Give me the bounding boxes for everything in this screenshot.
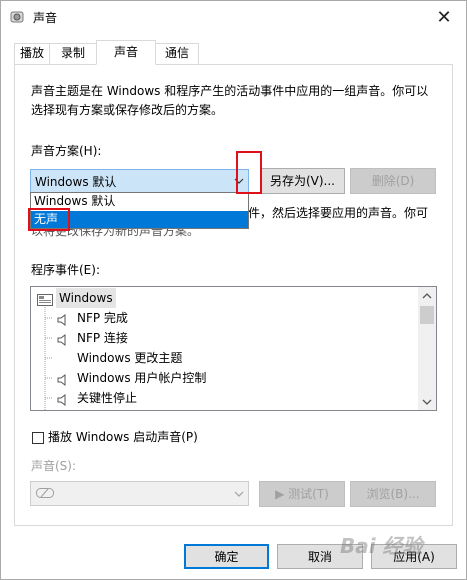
list-item[interactable]: 关键性停止 bbox=[55, 388, 436, 410]
tab-sounds[interactable]: 声音 bbox=[96, 40, 156, 65]
events-label: 程序事件(E): bbox=[31, 263, 100, 277]
sound-combobox[interactable] bbox=[30, 481, 249, 506]
list-item-label: 关键性停止 bbox=[77, 391, 138, 405]
list-item[interactable]: Windows 更改主题 bbox=[55, 348, 436, 368]
hidden-instruction-line-1: 件，然后选择要应用的声音。你可 bbox=[248, 206, 429, 220]
sound-none-icon bbox=[36, 487, 54, 502]
list-item-label: NFP 完成 bbox=[77, 311, 128, 325]
baidu-watermark: Bai 经验 bbox=[340, 534, 423, 558]
list-item[interactable]: Windows 用户帐户控制 bbox=[55, 368, 436, 388]
scheme-label: 声音方案(H): bbox=[31, 144, 102, 158]
window-title: 声音 bbox=[33, 11, 58, 25]
delete-button[interactable]: 删除(D) bbox=[350, 168, 436, 194]
scroll-up-icon[interactable] bbox=[420, 290, 434, 305]
program-events-list[interactable]: Windows NFP 完成 NFP 连接 Windows 更改主题 Windo… bbox=[30, 286, 437, 411]
save-as-button[interactable]: 另存为(V)... bbox=[260, 168, 345, 194]
startup-sound-label: 播放 Windows 启动声音(P) bbox=[48, 430, 198, 444]
list-item-label: Windows 用户帐户控制 bbox=[77, 371, 207, 385]
speaker-icon bbox=[57, 392, 69, 410]
list-item-label: Windows bbox=[56, 288, 116, 308]
speaker-app-icon bbox=[9, 9, 25, 25]
sound-scheme-combobox[interactable]: Windows 默认 bbox=[30, 169, 249, 193]
tab-label: 录制 bbox=[60, 46, 85, 60]
close-button[interactable]: ✕ bbox=[421, 2, 467, 32]
tab-communications[interactable]: 通信 bbox=[155, 43, 199, 64]
chevron-down-icon bbox=[234, 485, 244, 506]
list-item-label: Windows 更改主题 bbox=[77, 351, 183, 365]
list-item[interactable]: NFP 连接 bbox=[55, 328, 436, 348]
scrollbar-thumb[interactable] bbox=[420, 306, 434, 324]
title-bar: 声音 ✕ bbox=[1, 1, 466, 31]
tab-playback[interactable]: 播放 bbox=[14, 43, 50, 64]
test-button[interactable]: ▶ 测试(T) bbox=[259, 481, 345, 507]
windows-folder-icon bbox=[37, 292, 53, 312]
highlight-box-option bbox=[28, 208, 70, 231]
ok-button[interactable]: 确定 bbox=[184, 544, 269, 569]
close-icon: ✕ bbox=[436, 6, 452, 28]
list-item[interactable]: NFP 完成 bbox=[55, 308, 436, 328]
tab-label: 通信 bbox=[164, 46, 189, 60]
combobox-value: Windows 默认 bbox=[35, 175, 117, 189]
intro-line-2: 选择现有方案或保存修改后的方案。 bbox=[31, 103, 224, 117]
tab-recording[interactable]: 录制 bbox=[49, 43, 97, 64]
tab-label: 播放 bbox=[19, 46, 44, 60]
sound-label: 声音(S): bbox=[31, 459, 77, 473]
highlight-box-arrow bbox=[236, 151, 262, 194]
list-item-label: NFP 连接 bbox=[77, 331, 128, 345]
startup-sound-checkbox[interactable] bbox=[32, 432, 44, 444]
list-item[interactable]: Windows bbox=[35, 288, 425, 308]
intro-line-1: 声音主题是在 Windows 和程序产生的活动事件中应用的一组声音。你可以 bbox=[31, 84, 429, 98]
browse-button[interactable]: 浏览(B)... bbox=[350, 481, 436, 507]
scroll-down-icon[interactable] bbox=[420, 396, 434, 411]
tab-label: 声音 bbox=[113, 45, 138, 59]
